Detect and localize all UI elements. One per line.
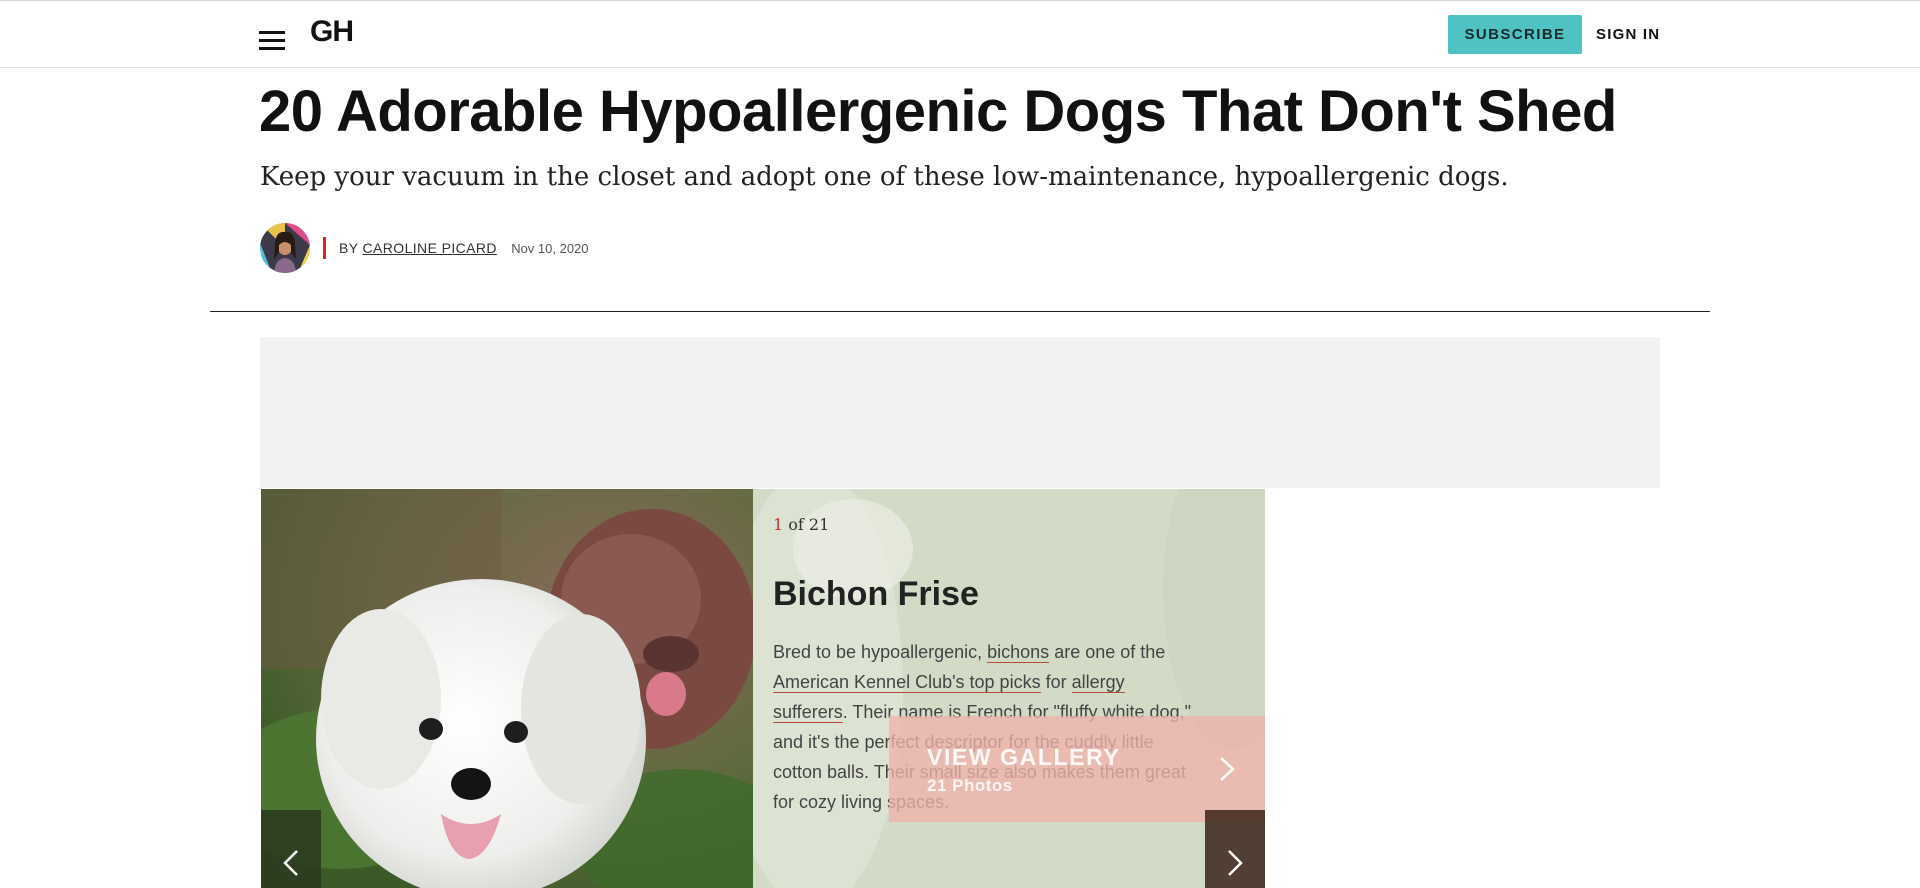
- hamburger-menu-icon[interactable]: [259, 27, 285, 50]
- previous-slide-button[interactable]: [261, 810, 321, 888]
- header-divider: [210, 311, 1710, 312]
- chevron-right-icon: [1220, 757, 1235, 781]
- article-headline: 20 Adorable Hypoallergenic Dogs That Don…: [259, 79, 1617, 144]
- slide-counter-current: 1: [773, 515, 784, 534]
- view-gallery-label: VIEW GALLERY: [927, 744, 1121, 770]
- next-slide-button[interactable]: [1205, 810, 1265, 888]
- byline-accent-bar: [323, 237, 326, 259]
- gallery-slide: 1 of 21 Bichon Frise Bred to be hypoalle…: [261, 489, 1265, 888]
- photo-count: 21 Photos: [927, 776, 1013, 795]
- bichons-link[interactable]: bichons: [987, 642, 1050, 663]
- site-header: GH SUBSCRIBE SIGN IN: [0, 1, 1920, 68]
- subscribe-button[interactable]: SUBSCRIBE: [1448, 15, 1582, 54]
- dog-photo[interactable]: [261, 489, 753, 888]
- ad-slot: [260, 337, 1660, 488]
- slide-title: Bichon Frise: [773, 575, 979, 613]
- author-link[interactable]: CAROLINE PICARD: [363, 240, 497, 256]
- akc-top-picks-link[interactable]: American Kennel Club's top picks: [773, 672, 1041, 693]
- byline-prefix: BY: [339, 240, 359, 256]
- author-avatar[interactable]: [260, 223, 310, 273]
- chevron-left-icon: [283, 850, 298, 876]
- article-dek: Keep your vacuum in the closet and adopt…: [260, 162, 1509, 192]
- byline: BY CAROLINE PICARD Nov 10, 2020: [339, 240, 589, 256]
- site-logo[interactable]: GH: [310, 15, 354, 49]
- slide-counter-total: of 21: [788, 515, 830, 534]
- view-gallery-button[interactable]: VIEW GALLERY 21 Photos: [889, 716, 1265, 822]
- slide-counter: 1 of 21: [773, 515, 829, 534]
- publish-date: Nov 10, 2020: [511, 241, 589, 256]
- chevron-right-icon: [1228, 850, 1243, 876]
- sign-in-link[interactable]: SIGN IN: [1596, 15, 1660, 54]
